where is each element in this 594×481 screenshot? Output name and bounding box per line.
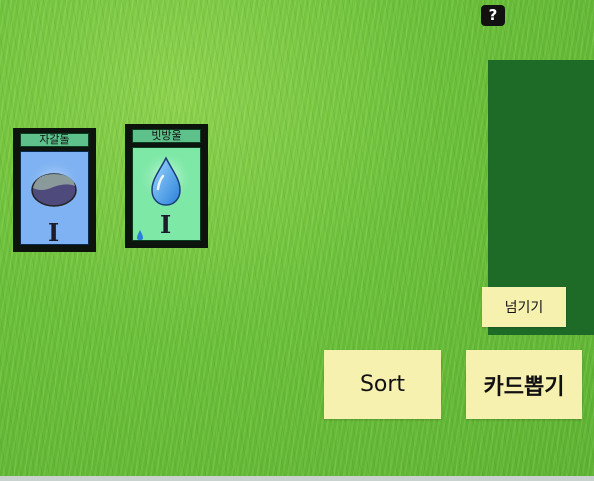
bottom-bar: [0, 476, 594, 481]
card-raindrop-title: 빗방울: [132, 129, 201, 143]
help-button[interactable]: ?: [481, 5, 505, 26]
sort-button[interactable]: Sort: [324, 350, 441, 419]
card-gravel[interactable]: 자갈돌 I: [13, 128, 96, 252]
card-gravel-level: I: [48, 218, 60, 247]
card-gravel-title: 자갈돌: [20, 133, 89, 147]
pass-button[interactable]: 넘기기: [482, 287, 566, 327]
card-raindrop-level: I: [160, 210, 172, 239]
card-raindrop[interactable]: 빗방울 I: [125, 124, 208, 248]
draw-card-button[interactable]: 카드뽑기: [466, 350, 582, 419]
